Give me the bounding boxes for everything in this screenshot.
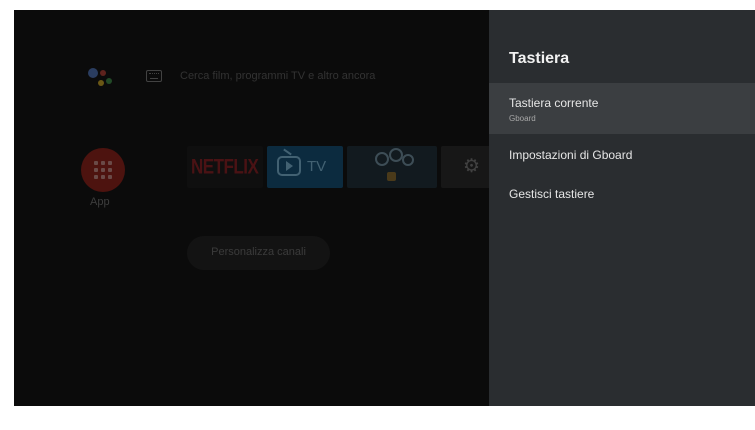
menu-item-current-keyboard[interactable]: Tastiera corrente Gboard bbox=[489, 83, 755, 134]
tv-label: TV bbox=[307, 158, 327, 175]
menu-item-subtitle: Gboard bbox=[509, 114, 536, 123]
netflix-app-tile[interactable]: NETFLIX bbox=[187, 146, 263, 188]
balloon-icon bbox=[375, 152, 389, 166]
kids-app-tile[interactable] bbox=[347, 146, 437, 188]
keyboard-icon[interactable] bbox=[146, 70, 162, 82]
netflix-logo: NETFLIX bbox=[191, 154, 259, 179]
apps-grid-icon bbox=[94, 161, 112, 179]
panel-title: Tastiera bbox=[509, 50, 570, 67]
customize-channels-label: Personalizza canali bbox=[211, 246, 306, 258]
balloon-icon bbox=[389, 148, 403, 162]
menu-item-title: Tastiera corrente bbox=[509, 96, 599, 110]
tv-app-tile[interactable]: TV bbox=[267, 146, 343, 188]
balloon-icon bbox=[402, 154, 414, 166]
gear-icon: ⚙ bbox=[463, 156, 481, 177]
tv-screen: Cerca film, programmi TV e altro ancora … bbox=[14, 10, 755, 406]
apps-button[interactable] bbox=[81, 148, 125, 192]
apps-label: App bbox=[90, 196, 110, 208]
menu-item-manage-keyboards[interactable]: Gestisci tastiere bbox=[489, 178, 755, 212]
menu-item-gboard-settings[interactable]: Impostazioni di Gboard bbox=[489, 138, 755, 172]
home-screen-background: Cerca film, programmi TV e altro ancora … bbox=[14, 10, 501, 406]
search-bar-text[interactable]: Cerca film, programmi TV e altro ancora bbox=[180, 70, 375, 82]
menu-item-title: Impostazioni di Gboard bbox=[509, 148, 633, 162]
character-icon bbox=[387, 172, 396, 181]
menu-item-title: Gestisci tastiere bbox=[509, 187, 595, 201]
tv-icon bbox=[277, 156, 301, 176]
google-assistant-icon[interactable] bbox=[86, 66, 116, 92]
keyboard-settings-panel: Tastiera Tastiera corrente Gboard Impost… bbox=[489, 10, 755, 406]
customize-channels-button[interactable]: Personalizza canali bbox=[187, 236, 330, 270]
